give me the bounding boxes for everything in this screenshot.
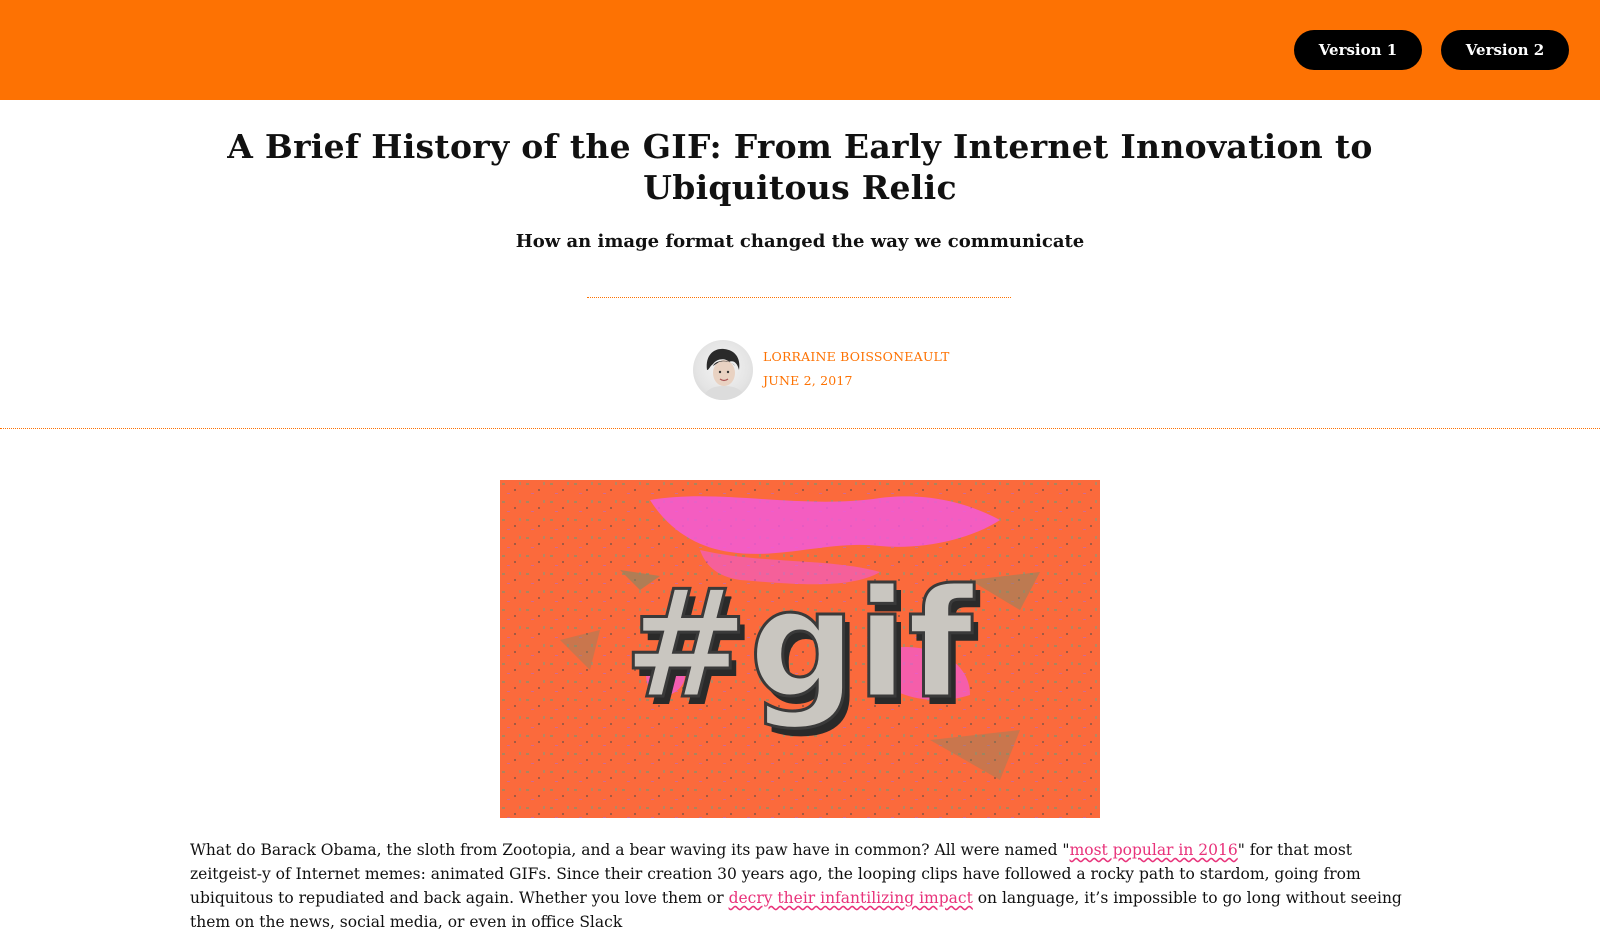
top-nav-bar: Version 1 Version 2 bbox=[0, 0, 1600, 100]
most-popular-2016-link[interactable]: most popular in 2016 bbox=[1070, 841, 1238, 859]
version-1-button[interactable]: Version 1 bbox=[1294, 30, 1422, 70]
article-body-paragraph: What do Barack Obama, the sloth from Zoo… bbox=[190, 838, 1415, 934]
body-text-segment: What do Barack Obama, the sloth from Zoo… bbox=[190, 841, 1070, 859]
title-divider bbox=[587, 297, 1011, 298]
publish-date: JUNE 2, 2017 bbox=[763, 373, 853, 388]
version-2-button[interactable]: Version 2 bbox=[1441, 30, 1569, 70]
hero-image-text: #gif bbox=[623, 558, 974, 732]
author-name-link[interactable]: LORRAINE BOISSONEAULT bbox=[763, 349, 950, 364]
article-subtitle: How an image format changed the way we c… bbox=[515, 231, 1085, 252]
author-avatar bbox=[693, 340, 753, 400]
hero-image: #gif #gif bbox=[500, 480, 1100, 818]
header-divider bbox=[0, 428, 1600, 429]
article-title: A Brief History of the GIF: From Early I… bbox=[227, 127, 1373, 207]
decry-impact-link[interactable]: decry their infantilizing impact bbox=[729, 889, 973, 907]
